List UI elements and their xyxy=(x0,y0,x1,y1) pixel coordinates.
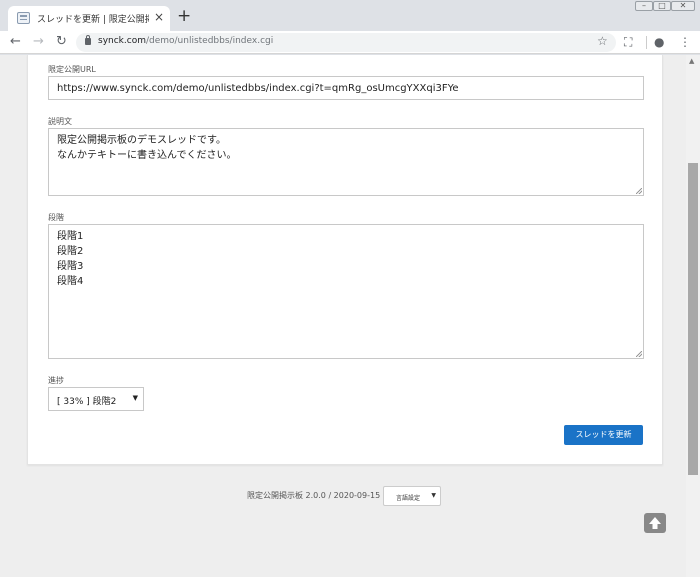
url-host: synck.com xyxy=(98,36,146,46)
chevron-down-icon: ▼ xyxy=(431,492,436,499)
description-textarea[interactable]: 限定公開掲示板のデモスレッドです。 なんかテキトーに書き込んでください。 xyxy=(48,128,644,196)
close-icon: ✕ xyxy=(679,1,687,10)
maximize-icon: □ xyxy=(658,1,666,10)
description-label: 説明文 xyxy=(48,117,72,126)
chevron-down-icon: ▼ xyxy=(132,394,138,402)
steps-textarea[interactable]: 段階1 段階2 段階3 段階4 xyxy=(48,224,644,359)
address-bar[interactable]: synck.com/demo/unlistedbbs/index.cgi ☆ xyxy=(76,33,616,52)
step-line: 段階1 xyxy=(57,231,84,242)
progress-select[interactable]: [ 33% ] 段階2 ▼ xyxy=(48,387,144,411)
page-favicon-icon xyxy=(17,12,30,24)
unlisted-url-field[interactable]: https://www.synck.com/demo/unlistedbbs/i… xyxy=(48,76,644,100)
resize-handle-icon[interactable] xyxy=(636,188,642,194)
step-line: 段階2 xyxy=(57,246,84,257)
menu-icon[interactable]: ⋮ xyxy=(679,34,691,50)
scrollbar-thumb[interactable] xyxy=(688,163,698,475)
language-selected-value: 言語設定 xyxy=(396,495,421,502)
tab-title: スレッドを更新 | 限定公開掲示板 xyxy=(37,15,149,25)
browser-tab[interactable]: スレッドを更新 | 限定公開掲示板 × xyxy=(8,6,170,31)
arrow-up-icon xyxy=(649,517,661,529)
close-window-button[interactable]: ✕ xyxy=(671,1,695,11)
page-scrollbar[interactable]: ▲ xyxy=(686,55,700,577)
browser-toolbar: ← → ↻ synck.com/demo/unlistedbbs/index.c… xyxy=(0,31,700,54)
profile-icon[interactable]: ● xyxy=(654,34,664,50)
url-field-label: 限定公開URL xyxy=(48,65,96,74)
page-viewport: 限定公開URL https://www.synck.com/demo/unlis… xyxy=(0,55,700,577)
reload-icon[interactable]: ↻ xyxy=(56,33,67,51)
forward-icon[interactable]: → xyxy=(33,33,44,51)
step-line: 段階3 xyxy=(57,261,84,272)
url-path: /demo/unlistedbbs/index.cgi xyxy=(145,36,274,46)
progress-selected-value: [ 33% ] 段階2 xyxy=(57,397,117,407)
title-bar: スレッドを更新 | 限定公開掲示板 × + – □ ✕ xyxy=(0,0,700,31)
screenshot-icon[interactable]: ⛶ xyxy=(624,34,632,50)
steps-label: 段階 xyxy=(48,213,64,222)
maximize-button[interactable]: □ xyxy=(653,1,671,11)
language-select[interactable]: 言語設定 ▼ xyxy=(383,486,441,506)
toolbar-divider xyxy=(646,36,647,49)
lock-icon xyxy=(85,35,91,45)
url-text[interactable]: synck.com/demo/unlistedbbs/index.cgi xyxy=(98,36,273,46)
update-thread-button[interactable]: スレッドを更新 xyxy=(564,425,643,445)
step-line: 段階4 xyxy=(57,276,84,287)
description-line: 限定公開掲示板のデモスレッドです。 xyxy=(57,135,226,146)
minimize-button[interactable]: – xyxy=(635,1,653,11)
thread-edit-card: 限定公開URL https://www.synck.com/demo/unlis… xyxy=(27,55,663,465)
scroll-to-top-button[interactable] xyxy=(644,513,666,533)
description-line: なんかテキトーに書き込んでください。 xyxy=(57,150,237,161)
new-tab-button[interactable]: + xyxy=(177,6,191,26)
minimize-icon: – xyxy=(642,1,646,10)
scroll-up-arrow-icon[interactable]: ▲ xyxy=(689,57,694,65)
tab-close-icon[interactable]: × xyxy=(154,10,164,24)
progress-label: 進捗 xyxy=(48,376,64,385)
star-icon[interactable]: ☆ xyxy=(597,34,608,48)
back-icon[interactable]: ← xyxy=(10,33,21,51)
resize-handle-icon[interactable] xyxy=(636,351,642,357)
footer-version: 限定公開掲示板 2.0.0 / 2020-09-15 xyxy=(247,491,381,500)
